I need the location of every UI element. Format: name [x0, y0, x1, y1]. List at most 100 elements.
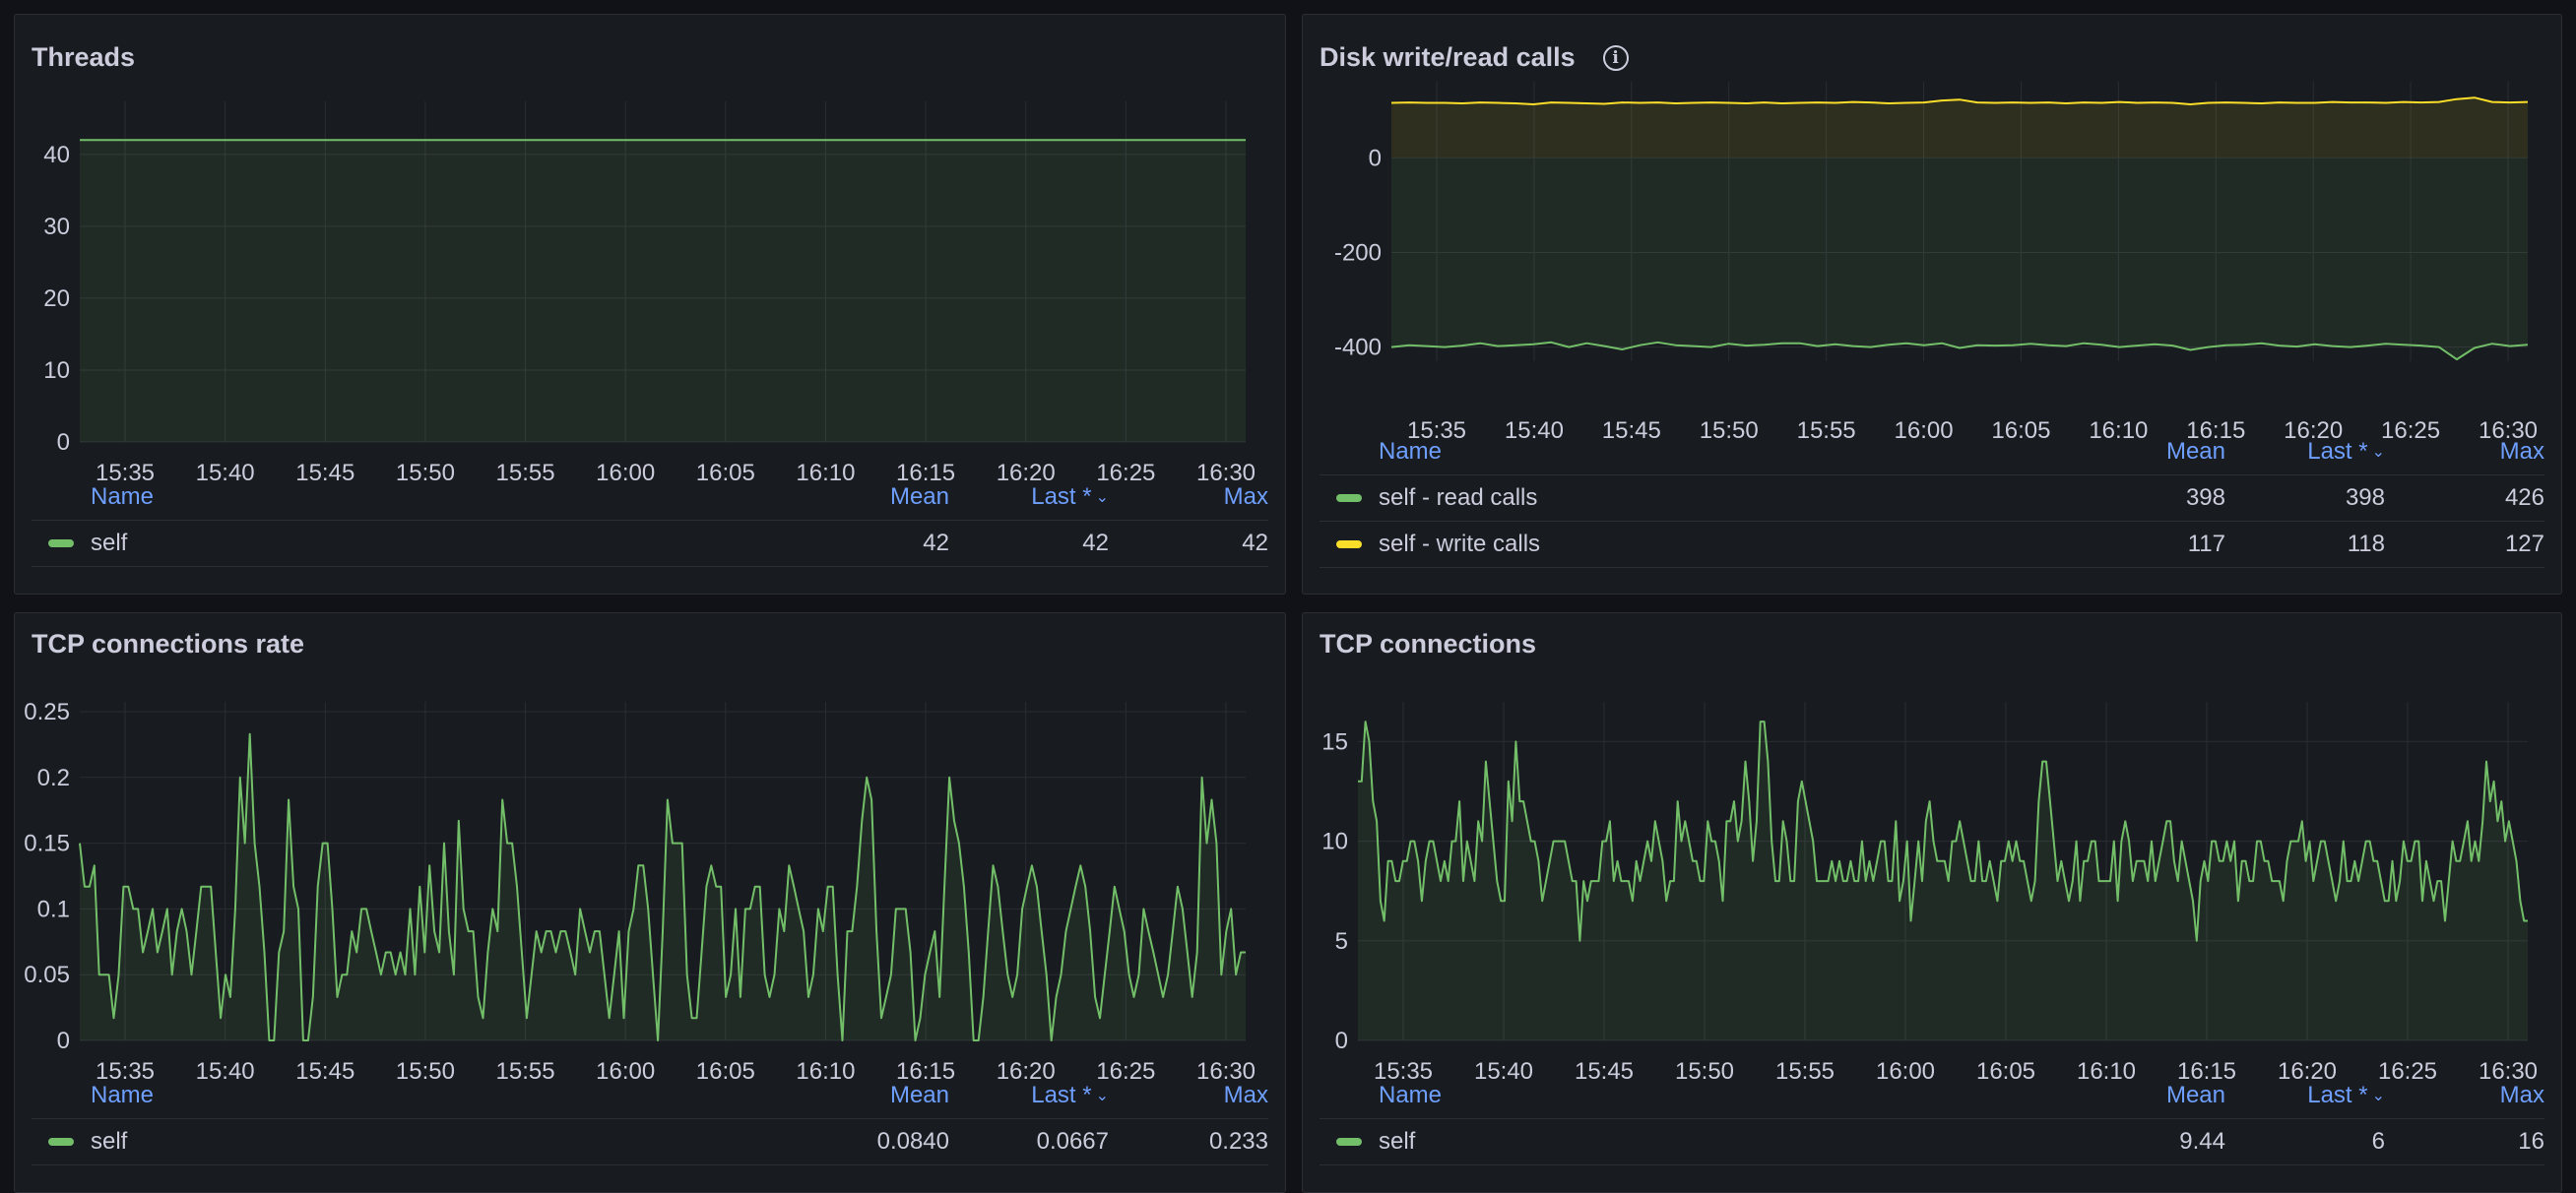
- legend-series-name: self - write calls: [1320, 531, 2066, 558]
- header-mean-label: Mean: [2165, 1082, 2225, 1108]
- legend-series-name: self: [32, 530, 790, 557]
- series-name-text: self - write calls: [1379, 531, 1541, 557]
- legend-header: Name Mean Last * ⌄ Max: [1320, 429, 2544, 475]
- series-area: [80, 140, 1246, 442]
- legend-last-value: 6: [2371, 1128, 2385, 1155]
- series-color-swatch: [48, 539, 74, 547]
- y-tick-label: 40: [43, 142, 70, 168]
- header-max-label: Max: [2499, 438, 2544, 465]
- series-area: [1391, 97, 2528, 158]
- header-name-label: Name: [1379, 1082, 1443, 1108]
- panel-tcp-rate: TCP connections rate 0 0.05 0.1 0.15 0.2 0.25…: [14, 612, 1286, 1193]
- legend-last-value: 118: [2347, 531, 2385, 557]
- legend-header-mean[interactable]: Mean: [2066, 1082, 2225, 1109]
- legend-mean-value: 117: [2187, 531, 2225, 557]
- series-color-swatch: [1336, 540, 1362, 548]
- legend-table: Name Mean Last * ⌄ Max self 0.0840 0.0667…: [32, 1073, 1268, 1165]
- legend-header: Name Mean Last * ⌄ Max: [1320, 1073, 2544, 1119]
- header-mean-label: Mean: [889, 483, 949, 510]
- header-last-label: Last *: [2307, 438, 2368, 465]
- header-mean-label: Mean: [2165, 438, 2225, 465]
- panel-tcp-connections: TCP connections 0 5 10 15 15:35 15:40 15:45 15:…: [1302, 612, 2562, 1193]
- legend-row[interactable]: self 42 42 42: [32, 521, 1268, 567]
- header-max-label: Max: [1223, 1082, 1268, 1108]
- legend-row[interactable]: self 9.44 6 16: [1320, 1119, 2544, 1165]
- legend-header-max[interactable]: Max: [1109, 1082, 1268, 1109]
- y-tick-label: 10: [1321, 829, 1348, 855]
- legend-header-name[interactable]: Name: [1320, 438, 2066, 466]
- series-name-text: self - read calls: [1379, 484, 1538, 511]
- legend-header-last[interactable]: Last * ⌄: [949, 1082, 1109, 1109]
- series-name-text: self: [91, 1128, 128, 1155]
- legend-series-name: self - read calls: [1320, 484, 2066, 512]
- legend-max-value: 127: [2504, 531, 2544, 557]
- header-name-label: Name: [91, 1082, 155, 1108]
- legend-mean-value: 42: [923, 530, 949, 556]
- y-tick-label: 20: [43, 285, 70, 312]
- legend-header-name[interactable]: Name: [32, 483, 790, 511]
- panel-disk-calls: Disk write/read calls i 0 -200 -400 15:35 15:…: [1302, 14, 2562, 595]
- legend-row[interactable]: self - write calls 117 118 127: [1320, 522, 2544, 568]
- y-tick-label: 0: [57, 1028, 70, 1054]
- y-tick-label: 0.05: [24, 962, 70, 988]
- legend-header-max[interactable]: Max: [2385, 438, 2544, 466]
- y-tick-label: 0.25: [24, 699, 70, 725]
- legend-header: Name Mean Last * ⌄ Max: [32, 1073, 1268, 1119]
- legend-row[interactable]: self 0.0840 0.0667 0.233: [32, 1119, 1268, 1165]
- header-max-label: Max: [1223, 483, 1268, 510]
- y-tick-label: 15: [1321, 728, 1348, 755]
- series-color-swatch: [1336, 494, 1362, 502]
- legend-last-value: 0.0667: [1036, 1128, 1109, 1155]
- header-mean-label: Mean: [889, 1082, 949, 1108]
- series-area: [80, 733, 1246, 1040]
- series-area: [1358, 722, 2528, 1040]
- legend-header-mean[interactable]: Mean: [790, 1082, 949, 1109]
- y-tick-label: 0.15: [24, 831, 70, 857]
- y-tick-label: 30: [43, 214, 70, 240]
- legend-last-value: 42: [1082, 530, 1109, 556]
- panel-threads: Threads 0 10 20 30 40 15:35 15:40 15:45 15:50 15:…: [14, 14, 1286, 595]
- legend-header: Name Mean Last * ⌄ Max: [32, 474, 1268, 521]
- legend-header-name[interactable]: Name: [32, 1082, 790, 1109]
- y-tick-label: 0: [1369, 145, 1382, 171]
- y-tick-label: 10: [43, 357, 70, 384]
- header-name-label: Name: [91, 483, 155, 510]
- legend-header-max[interactable]: Max: [2385, 1082, 2544, 1109]
- legend-header-last[interactable]: Last * ⌄: [2225, 438, 2385, 466]
- legend-mean-value: 0.0840: [876, 1128, 949, 1155]
- header-last-label: Last *: [2307, 1082, 2368, 1108]
- legend-mean-value: 398: [2185, 484, 2225, 511]
- legend-max-value: 426: [2504, 484, 2544, 511]
- series-name-text: self: [1379, 1128, 1416, 1155]
- y-tick-label: 5: [1335, 928, 1348, 955]
- series-area: [1391, 157, 2528, 360]
- legend-header-last[interactable]: Last * ⌄: [949, 483, 1109, 511]
- header-last-label: Last *: [1031, 483, 1092, 510]
- series-color-swatch: [48, 1138, 74, 1146]
- legend-row[interactable]: self - read calls 398 398 426: [1320, 475, 2544, 522]
- legend-max-value: 0.233: [1208, 1128, 1268, 1155]
- legend-header-max[interactable]: Max: [1109, 483, 1268, 511]
- legend-header-mean[interactable]: Mean: [2066, 438, 2225, 466]
- chevron-down-icon: ⌄: [1095, 1088, 1109, 1104]
- y-tick-label: 0: [57, 429, 70, 456]
- header-max-label: Max: [2499, 1082, 2544, 1108]
- header-last-label: Last *: [1031, 1082, 1092, 1108]
- series-color-swatch: [1336, 1138, 1362, 1146]
- legend-table: Name Mean Last * ⌄ Max self 9.44 6 16: [1320, 1073, 2544, 1165]
- y-tick-label: -200: [1334, 239, 1382, 266]
- y-tick-label: -400: [1334, 335, 1382, 361]
- y-tick-label: 0: [1335, 1028, 1348, 1054]
- legend-header-mean[interactable]: Mean: [790, 483, 949, 511]
- legend-last-value: 398: [2345, 484, 2385, 511]
- legend-header-last[interactable]: Last * ⌄: [2225, 1082, 2385, 1109]
- legend-header-name[interactable]: Name: [1320, 1082, 2066, 1109]
- chevron-down-icon: ⌄: [1095, 489, 1109, 506]
- series-name-text: self: [91, 530, 128, 556]
- legend-table: Name Mean Last * ⌄ Max self - read calls …: [1320, 429, 2544, 568]
- legend-table: Name Mean Last * ⌄ Max self 42 42 42: [32, 474, 1268, 567]
- legend-max-value: 42: [1242, 530, 1268, 556]
- legend-series-name: self: [1320, 1128, 2066, 1156]
- chevron-down-icon: ⌄: [2371, 444, 2385, 461]
- y-tick-label: 0.2: [37, 765, 70, 791]
